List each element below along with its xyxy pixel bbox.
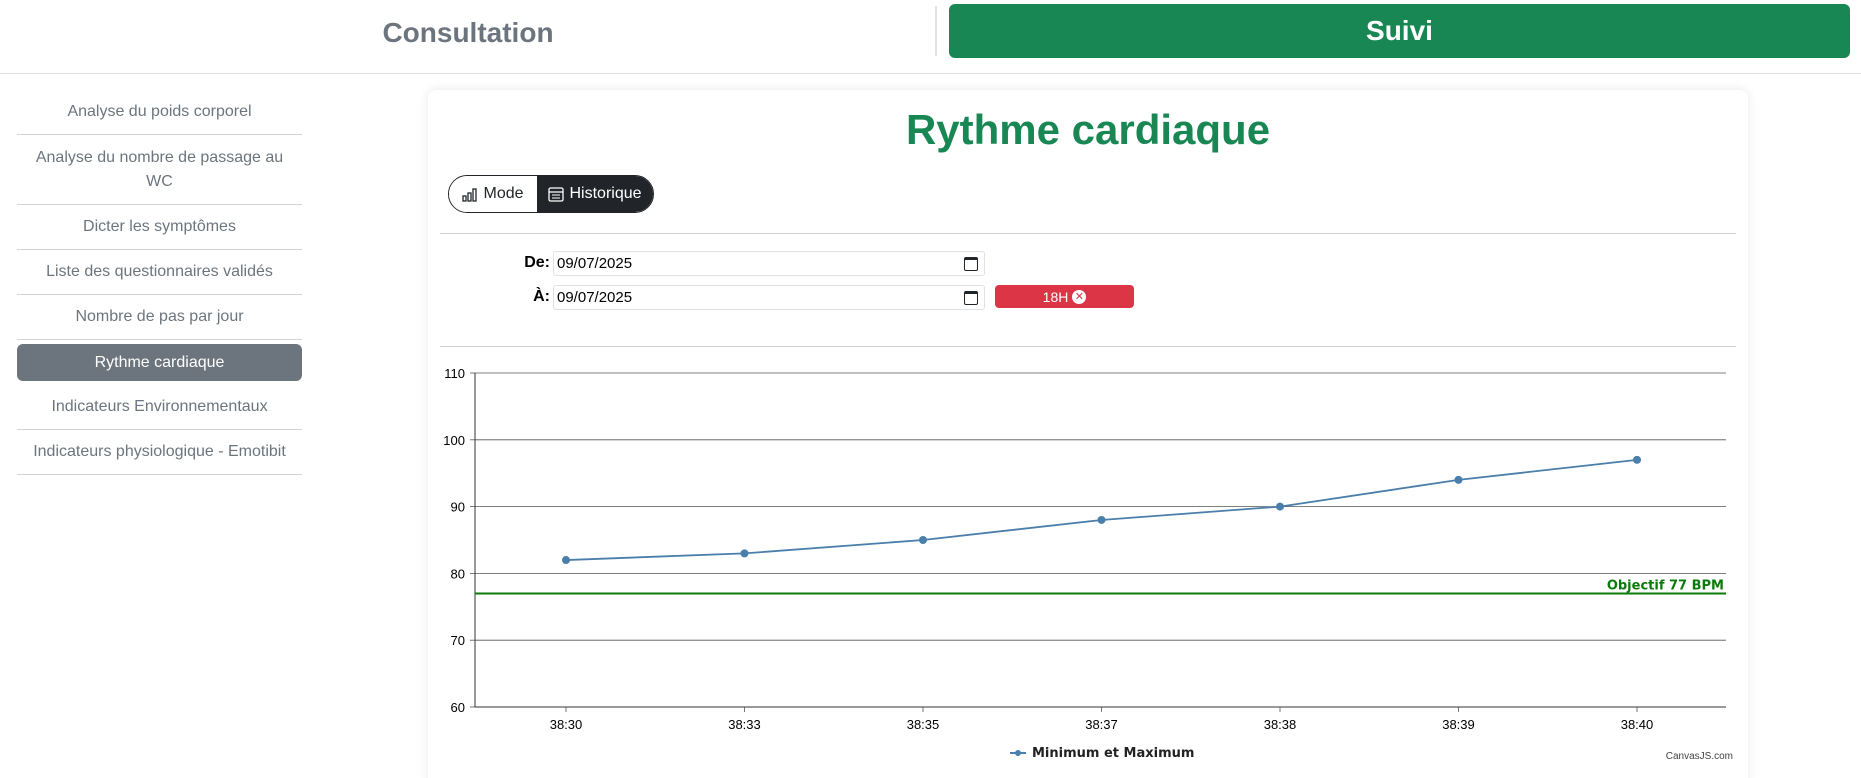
y-tick-label: 100 — [443, 433, 465, 448]
legend-marker-dot — [1015, 750, 1021, 756]
x-tick-label: 38:40 — [1621, 717, 1654, 732]
sidebar: Analyse du poids corporel Analyse du nom… — [17, 90, 302, 475]
sidebar-item-body-weight[interactable]: Analyse du poids corporel — [17, 90, 302, 135]
x-tick-label: 38:39 — [1442, 717, 1475, 732]
data-point — [919, 536, 927, 544]
tab-divider — [935, 6, 937, 56]
data-point — [1454, 475, 1463, 484]
x-tick-label: 38:35 — [907, 717, 940, 732]
y-tick-label: 90 — [451, 500, 465, 515]
sidebar-item-dictate-symptoms[interactable]: Dicter les symptômes — [17, 205, 302, 250]
heart-rate-chart: 60 70 80 90 100 110 38:30 38:33 38:35 38:37 38:38 3… — [443, 366, 1726, 761]
main-card: Rythme cardiaque Mode Historique De: 09/… — [428, 90, 1748, 778]
x-tick-label: 38:37 — [1085, 717, 1118, 732]
data-point — [562, 556, 570, 565]
sidebar-item-questionnaires[interactable]: Liste des questionnaires validés — [17, 250, 302, 295]
legend-label: Minimum et Maximum — [1032, 746, 1194, 761]
sidebar-item-steps[interactable]: Nombre de pas par jour — [17, 295, 302, 340]
chart-credit[interactable]: CanvasJS.com — [1666, 751, 1733, 762]
tab-suivi[interactable]: Suivi — [949, 4, 1850, 58]
top-navigation: Consultation Suivi — [0, 0, 1861, 74]
y-tick-label: 80 — [451, 566, 465, 581]
y-tick-label: 110 — [444, 366, 465, 381]
data-point — [740, 549, 749, 558]
data-point — [1633, 455, 1641, 464]
x-tick-label: 38:30 — [550, 717, 583, 732]
sidebar-item-environment[interactable]: Indicateurs Environnementaux — [17, 385, 302, 430]
goal-line-label: Objectif 77 BPM — [1607, 578, 1724, 593]
data-point — [1276, 502, 1284, 511]
x-tick-label: 38:33 — [728, 717, 761, 732]
sidebar-item-wc-visits[interactable]: Analyse du nombre de passage au WC — [17, 135, 302, 205]
x-tick-label: 38:38 — [1264, 717, 1297, 732]
sidebar-item-heart-rate[interactable]: Rythme cardiaque — [17, 344, 302, 381]
y-tick-label: 60 — [451, 700, 465, 715]
y-tick-label: 70 — [451, 633, 465, 648]
tab-consultation[interactable]: Consultation — [0, 4, 936, 62]
data-point — [1097, 515, 1106, 524]
series-line — [565, 458, 1638, 561]
sidebar-item-emotibit[interactable]: Indicateurs physiologique - Emotibit — [17, 430, 302, 475]
